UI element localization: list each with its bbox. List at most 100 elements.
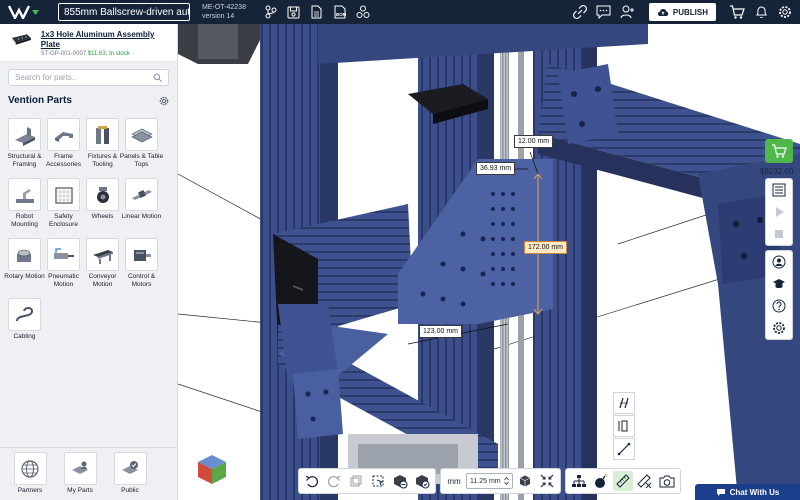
conveyor-icon: [92, 249, 113, 264]
tab-partners[interactable]: Partners: [8, 452, 52, 496]
parts-sidebar: 1x3 Hole Aluminum Assembly Plate ST-GP-0…: [0, 24, 178, 500]
plate-thumbnail: [11, 34, 31, 45]
cable-icon: [15, 306, 33, 321]
dimension-label-active[interactable]: 172.00 mm: [524, 241, 568, 254]
snap-cube-button[interactable]: [515, 471, 535, 491]
wheel-icon: [96, 186, 109, 203]
grid-size-select[interactable]: 11.25 mm: [466, 473, 513, 489]
academy-button[interactable]: [766, 273, 792, 295]
category-safety-enclosure[interactable]: Safety Enclosure: [47, 178, 80, 238]
search-input[interactable]: [15, 73, 145, 82]
expert-button[interactable]: [766, 251, 792, 273]
parallel-measure-icon: [619, 397, 629, 409]
dimension-label[interactable]: 36.93 mm: [476, 162, 516, 175]
selected-part-name[interactable]: 1x3 Hole Aluminum Assembly Plate: [41, 30, 169, 50]
project-id: ME-OT-42238: [202, 4, 246, 11]
copy-button[interactable]: [346, 471, 366, 491]
grid-unit-label: mm: [447, 476, 461, 486]
settings-gear-icon[interactable]: [159, 96, 169, 106]
list-icon: [772, 183, 786, 197]
selected-part-card[interactable]: 1x3 Hole Aluminum Assembly Plate ST-GP-0…: [0, 24, 177, 62]
search-icon[interactable]: [153, 73, 162, 82]
help-button[interactable]: [766, 295, 792, 317]
play-button[interactable]: [766, 201, 792, 223]
add-user-icon[interactable]: [617, 0, 639, 24]
graduation-cap-icon: [773, 279, 785, 289]
category-frame-accessories[interactable]: Frame Accessories: [46, 118, 81, 178]
measure-parallel-button[interactable]: [613, 392, 635, 414]
cart-icon: [772, 144, 787, 158]
view-cube[interactable]: [194, 450, 230, 486]
category-panels[interactable]: Panels & Table Tops: [120, 118, 163, 178]
add-to-cart-button[interactable]: [765, 139, 793, 163]
clear-measure-button[interactable]: [635, 471, 655, 491]
user-parts-icon: [72, 461, 88, 474]
collapse-view-button[interactable]: [537, 471, 557, 491]
cart-total: $8232.60: [760, 167, 794, 176]
category-structural[interactable]: Structural & Framing: [8, 118, 41, 178]
save-icon[interactable]: [283, 0, 305, 24]
vention-logo[interactable]: [0, 0, 46, 24]
publish-button[interactable]: PUBLISH: [648, 3, 716, 21]
version-label: version 14: [202, 13, 235, 20]
grid-tools: mm 11.25 mm: [440, 468, 561, 494]
category-linear-motion[interactable]: Linear Motion: [122, 178, 161, 238]
enclosure-icon: [54, 186, 73, 204]
isolate-part-button[interactable]: [412, 471, 432, 491]
right-help-panel: [765, 250, 793, 340]
select-tool-button[interactable]: [368, 471, 388, 491]
stop-button[interactable]: [766, 223, 792, 245]
chat-with-us-button[interactable]: Chat With Us: [695, 484, 800, 500]
panel-icon: [130, 128, 153, 142]
bottom-toolbar: mm 11.25 mm: [298, 468, 681, 494]
collapse-icon: [540, 474, 554, 488]
question-icon: [772, 299, 786, 313]
undo-icon: [305, 475, 318, 488]
dimension-label[interactable]: 123.00 mm: [419, 325, 463, 338]
parts-search[interactable]: [8, 69, 169, 86]
bell-icon[interactable]: [750, 0, 772, 24]
category-wheels[interactable]: Wheels: [86, 178, 119, 238]
category-control-motors[interactable]: Control & Motors: [125, 238, 158, 298]
components-icon[interactable]: [352, 0, 374, 24]
explode-button[interactable]: [591, 471, 611, 491]
tab-public[interactable]: Public: [108, 452, 152, 496]
chevron-down-icon[interactable]: [31, 9, 39, 15]
category-robot-mounting[interactable]: Robot Mounting: [8, 178, 41, 238]
branch-icon[interactable]: [260, 0, 282, 24]
bom-list-button[interactable]: [766, 179, 792, 201]
measure-distance-button[interactable]: [613, 438, 635, 460]
link-icon[interactable]: [569, 0, 591, 24]
redo-button[interactable]: [324, 471, 344, 491]
measure-vertical-button[interactable]: [613, 415, 635, 437]
cart-icon[interactable]: [726, 0, 748, 24]
dimension-label[interactable]: 12.00 mm: [514, 135, 554, 148]
cloud-upload-icon: [657, 8, 669, 16]
camera-icon: [659, 475, 675, 488]
category-rotary-motion[interactable]: Rotary Motion: [4, 238, 45, 298]
assembly-tree-button[interactable]: [569, 471, 589, 491]
hide-part-button[interactable]: [390, 471, 410, 491]
project-info: ME-OT-42238 version 14: [202, 3, 246, 21]
measure-button[interactable]: [612, 471, 633, 491]
category-conveyor-motion[interactable]: Conveyor Motion: [86, 238, 119, 298]
category-fixtures[interactable]: Fixtures & Tooling: [86, 118, 119, 178]
category-pneumatic-motion[interactable]: Pneumatic Motion: [47, 238, 80, 298]
document-icon[interactable]: [306, 0, 328, 24]
bom-icon[interactable]: BOM: [329, 0, 351, 24]
history-tools: [298, 468, 436, 494]
comment-icon[interactable]: [593, 0, 615, 24]
screenshot-button[interactable]: [657, 471, 677, 491]
undo-button[interactable]: [302, 471, 322, 491]
3d-viewport[interactable]: 12.00 mm 36.93 mm 172.00 mm 123.00 mm: [178, 24, 800, 500]
gear-icon[interactable]: [774, 0, 796, 24]
tab-my-parts[interactable]: My Parts: [58, 452, 102, 496]
stop-icon: [775, 230, 783, 238]
settings-button[interactable]: [766, 317, 792, 339]
design-title-input[interactable]: 855mm Ballscrew-driven aut…: [58, 3, 190, 21]
category-cabling[interactable]: Cabling: [8, 298, 41, 358]
marquee-icon: [372, 475, 384, 487]
machine-model[interactable]: [178, 24, 800, 500]
sidebar-divider: [0, 447, 178, 448]
grid-unit-toggle[interactable]: mm: [444, 471, 464, 491]
